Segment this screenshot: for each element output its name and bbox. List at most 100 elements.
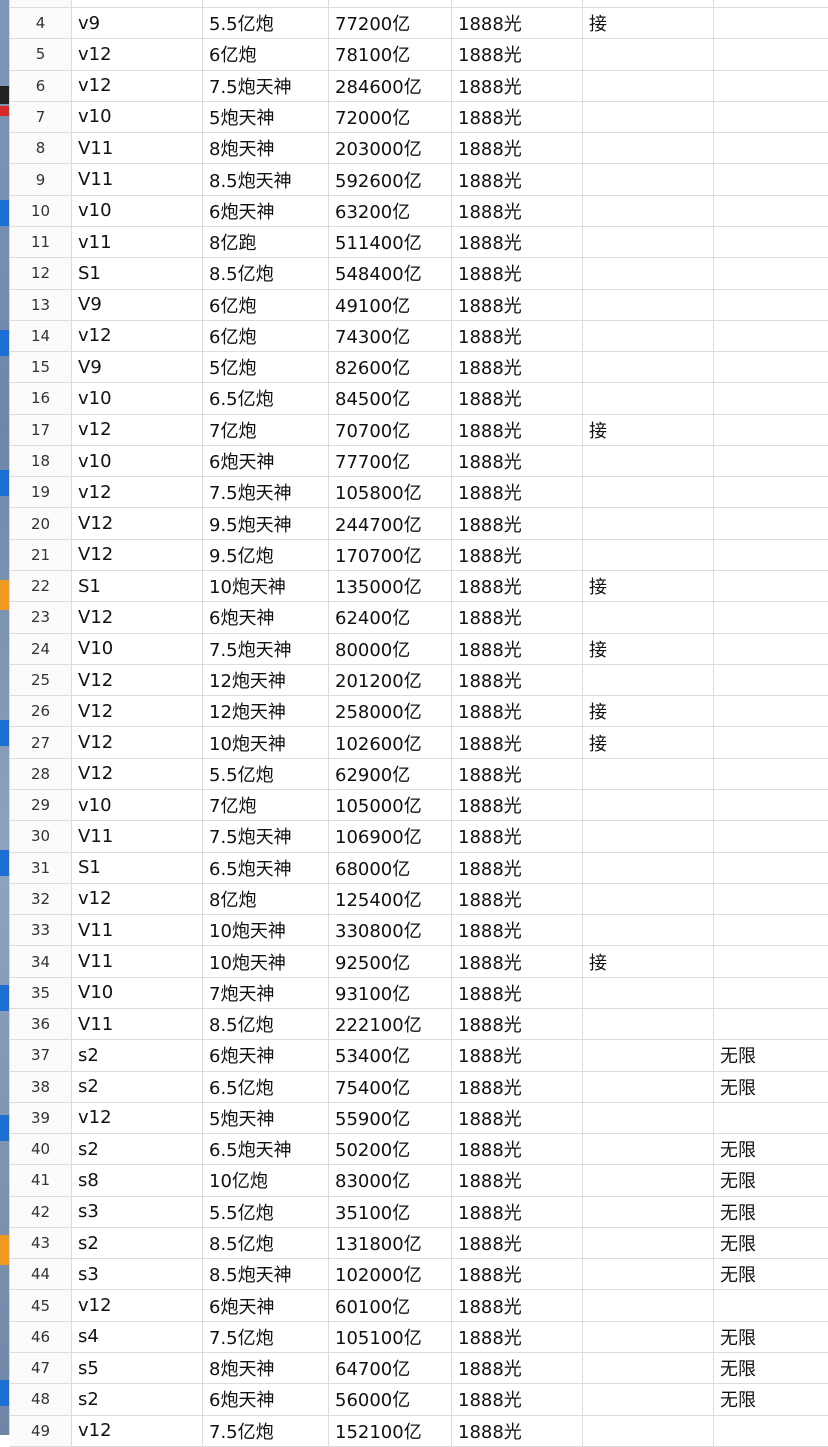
cell-amount[interactable]: 55900亿 — [329, 1102, 452, 1134]
cell-amount[interactable]: 131800亿 — [329, 1227, 452, 1259]
row-number[interactable]: 27 — [10, 727, 72, 758]
app-icon[interactable] — [0, 1235, 9, 1265]
cell-amount[interactable]: 284600亿 — [329, 70, 452, 101]
app-icon[interactable] — [0, 1115, 9, 1141]
row-number[interactable]: 10 — [10, 195, 72, 226]
cell-amount[interactable]: 106900亿 — [329, 821, 452, 852]
table-row[interactable]: 19 v12 7.5炮天神 105800亿 1888光 — [10, 477, 828, 509]
cell-note[interactable] — [583, 852, 714, 883]
cell-light[interactable]: 1888光 — [452, 226, 583, 258]
row-number[interactable]: 18 — [10, 445, 72, 477]
cell-power[interactable]: 8.5炮天神 — [203, 1259, 329, 1290]
cell-power[interactable]: 7.5炮天神 — [203, 633, 329, 664]
cell-amount[interactable]: 201200亿 — [329, 664, 452, 696]
cell-note[interactable] — [583, 1102, 714, 1134]
cell-limit[interactable] — [714, 227, 828, 257]
cell-amount[interactable]: 82600亿 — [329, 352, 452, 383]
cell-amount[interactable]: 83000亿 — [329, 1165, 452, 1196]
row-number[interactable]: 42 — [10, 1196, 72, 1227]
cell-limit[interactable] — [714, 571, 828, 601]
table-row[interactable]: 16 v10 6.5亿炮 84500亿 1888光 — [10, 383, 828, 415]
cell-light[interactable]: 1888光 — [452, 1384, 583, 1415]
table-row[interactable]: 28 V12 5.5亿炮 62900亿 1888光 — [10, 758, 828, 790]
row-number[interactable]: 17 — [10, 414, 72, 445]
cell-light[interactable]: 1888光 — [452, 195, 583, 226]
cell-note[interactable] — [583, 383, 714, 414]
row-number[interactable]: 9 — [10, 164, 72, 195]
cell-power[interactable]: 10炮天神 — [203, 946, 329, 977]
cell-note[interactable] — [583, 664, 714, 696]
cell-power[interactable]: 6亿炮 — [203, 289, 329, 320]
table-row[interactable]: 29 v10 7亿炮 105000亿 1888光 — [10, 790, 828, 822]
table-row-partial[interactable] — [10, 0, 828, 8]
cell-level[interactable]: v12 — [72, 883, 203, 915]
cell-amount[interactable]: 80000亿 — [329, 633, 452, 664]
cell-amount[interactable]: 203000亿 — [329, 133, 452, 164]
cell-level[interactable]: S1 — [72, 571, 203, 602]
table-row[interactable]: 48 s2 6炮天神 56000亿 1888光 无限 — [10, 1384, 828, 1416]
cell-power[interactable]: 8.5亿炮 — [203, 258, 329, 289]
row-number[interactable]: 19 — [10, 477, 72, 508]
cell-level[interactable]: V12 — [72, 696, 203, 727]
cell-amount[interactable]: 77200亿 — [329, 8, 452, 39]
row-number[interactable]: 41 — [10, 1165, 72, 1196]
row-number[interactable]: 31 — [10, 852, 72, 883]
table-row[interactable]: 46 s4 7.5亿炮 105100亿 1888光 无限 — [10, 1321, 828, 1354]
cell-light[interactable]: 1888光 — [452, 1259, 583, 1290]
row-number[interactable]: 23 — [10, 602, 72, 633]
cell-limit[interactable]: 无限 — [714, 1384, 828, 1414]
table-row[interactable]: 36 V11 8.5亿炮 222100亿 1888光 — [10, 1008, 828, 1041]
cell-limit[interactable] — [714, 71, 828, 101]
table-row[interactable]: 42 s3 5.5亿炮 35100亿 1888光 无限 — [10, 1196, 828, 1228]
row-number[interactable]: 47 — [10, 1353, 72, 1384]
cell-light[interactable]: 1888光 — [452, 1227, 583, 1259]
cell-power[interactable]: 8亿炮 — [203, 883, 329, 915]
table-row[interactable]: 5 v12 6亿炮 78100亿 1888光 — [10, 39, 828, 71]
cell-light[interactable]: 1888光 — [452, 915, 583, 946]
cell-note[interactable] — [583, 821, 714, 852]
cell-power[interactable]: 7.5炮天神 — [203, 70, 329, 101]
cell-level[interactable]: V12 — [72, 539, 203, 571]
cell-limit[interactable] — [714, 790, 828, 820]
table-row[interactable]: 17 v12 7亿炮 70700亿 1888光接 — [10, 414, 828, 446]
cell-limit[interactable] — [714, 602, 828, 632]
cell-note[interactable] — [583, 539, 714, 571]
cell-light[interactable]: 1888光 — [452, 70, 583, 101]
cell-power[interactable]: 7亿炮 — [203, 790, 329, 821]
cell-limit[interactable] — [714, 102, 828, 132]
cell-level[interactable]: s2 — [72, 1040, 203, 1071]
cell-light[interactable]: 1888光 — [452, 1165, 583, 1196]
cell-light[interactable]: 1888光 — [452, 1415, 583, 1446]
cell-note[interactable] — [583, 758, 714, 789]
table-row[interactable]: 39 v12 5炮天神 55900亿 1888光 — [10, 1102, 828, 1135]
cell-light[interactable]: 1888光 — [452, 477, 583, 508]
table-row[interactable]: 43 s2 8.5亿炮 131800亿 1888光 无限 — [10, 1227, 828, 1260]
cell-note[interactable] — [583, 1415, 714, 1446]
cell-level[interactable]: V12 — [72, 664, 203, 696]
cell-limit[interactable] — [714, 164, 828, 194]
cell-power[interactable]: 6炮天神 — [203, 602, 329, 633]
cell-level[interactable]: V10 — [72, 977, 203, 1008]
table-row[interactable]: 34 V11 10炮天神 92500亿 1888光接 — [10, 946, 828, 978]
cell-level[interactable]: s8 — [72, 1165, 203, 1196]
cell-light[interactable]: 1888光 — [452, 414, 583, 445]
app-icon[interactable] — [0, 200, 9, 226]
cell-power[interactable]: 7.5炮天神 — [203, 821, 329, 852]
cell-amount[interactable]: 102600亿 — [329, 727, 452, 758]
row-number[interactable]: 37 — [10, 1040, 72, 1071]
table-row[interactable]: 7 v10 5炮天神 72000亿 1888光 — [10, 101, 828, 134]
cell-amount[interactable]: 135000亿 — [329, 571, 452, 602]
cell-light[interactable]: 1888光 — [452, 790, 583, 821]
cell-limit[interactable] — [714, 352, 828, 382]
cell-amount[interactable]: 244700亿 — [329, 508, 452, 539]
cell-power[interactable]: 5.5亿炮 — [203, 758, 329, 789]
row-number[interactable]: 13 — [10, 289, 72, 320]
row-number[interactable]: 35 — [10, 977, 72, 1008]
cell-level[interactable]: v11 — [72, 226, 203, 258]
row-number[interactable]: 36 — [10, 1008, 72, 1040]
table-row[interactable]: 44 s3 8.5炮天神 102000亿 1888光 无限 — [10, 1259, 828, 1291]
table-row[interactable]: 35 V10 7炮天神 93100亿 1888光 — [10, 977, 828, 1009]
cell-level[interactable]: v10 — [72, 195, 203, 226]
cell-power[interactable]: 9.5炮天神 — [203, 508, 329, 539]
table-row[interactable]: 13 V9 6亿炮 49100亿 1888光 — [10, 289, 828, 321]
